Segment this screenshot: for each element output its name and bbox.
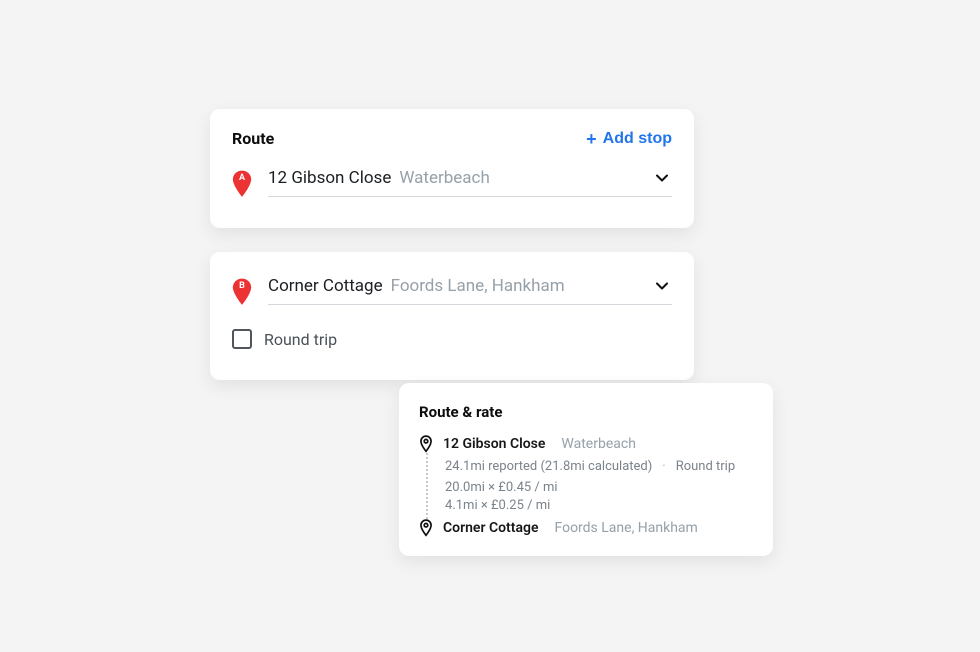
route-rate-from-row: 12 Gibson Close Waterbeach — [419, 435, 753, 453]
stop-a-row: A 12 Gibson Close Waterbeach — [232, 168, 672, 197]
map-pin-b-icon: B — [232, 278, 252, 304]
pin-letter-b: B — [232, 281, 252, 291]
dot-separator: · — [662, 459, 665, 474]
stop-a-field[interactable]: 12 Gibson Close Waterbeach — [268, 168, 672, 197]
stop-a-primary: 12 Gibson Close — [268, 168, 391, 188]
route-rate-from-secondary: Waterbeach — [561, 436, 636, 452]
roundtrip-flag: Round trip — [676, 459, 735, 474]
route-rate-body: 12 Gibson Close Waterbeach 24.1mi report… — [419, 435, 753, 537]
route-rate-to-secondary: Foords Lane, Hankham — [554, 520, 697, 536]
route-stop-a-card: Route + Add stop A 12 Gibson Close Water… — [210, 109, 694, 228]
route-rate-card: Route & rate 12 Gibson Close Waterbeach … — [399, 383, 773, 556]
route-rate-details: 24.1mi reported (21.8mi calculated) · Ro… — [426, 453, 753, 519]
roundtrip-label: Round trip — [264, 330, 337, 349]
add-stop-label: Add stop — [603, 130, 672, 148]
map-pin-a-icon: A — [232, 170, 252, 196]
route-rate-to-primary: Corner Cottage — [443, 520, 538, 536]
route-rate-to-row: Corner Cottage Foords Lane, Hankham — [419, 519, 753, 537]
chevron-down-icon — [656, 280, 672, 292]
route-stop-b-card: B Corner Cottage Foords Lane, Hankham Ro… — [210, 252, 694, 380]
rate-line-2: 4.1mi × £0.25 / mi — [445, 498, 753, 513]
route-rate-from-primary: 12 Gibson Close — [443, 436, 545, 452]
rate-line-1: 20.0mi × £0.45 / mi — [445, 480, 753, 495]
location-pin-icon — [419, 519, 433, 537]
route-header: Route + Add stop — [232, 129, 672, 148]
stop-b-field[interactable]: Corner Cottage Foords Lane, Hankham — [268, 276, 672, 305]
roundtrip-row: Round trip — [232, 329, 672, 349]
pin-letter-a: A — [232, 173, 252, 183]
add-stop-button[interactable]: + Add stop — [586, 130, 672, 148]
stop-b-secondary: Foords Lane, Hankham — [391, 276, 565, 296]
route-title: Route — [232, 129, 274, 148]
reported-distance: 24.1mi reported (21.8mi calculated) — [445, 459, 652, 474]
stop-b-row: B Corner Cottage Foords Lane, Hankham — [232, 276, 672, 305]
plus-icon: + — [586, 130, 597, 148]
location-pin-icon — [419, 435, 433, 453]
route-rate-title: Route & rate — [419, 403, 753, 421]
stop-b-primary: Corner Cottage — [268, 276, 383, 296]
roundtrip-checkbox[interactable] — [232, 329, 252, 349]
chevron-down-icon — [656, 172, 672, 184]
reported-line: 24.1mi reported (21.8mi calculated) · Ro… — [445, 459, 753, 474]
stop-a-secondary: Waterbeach — [399, 168, 489, 188]
